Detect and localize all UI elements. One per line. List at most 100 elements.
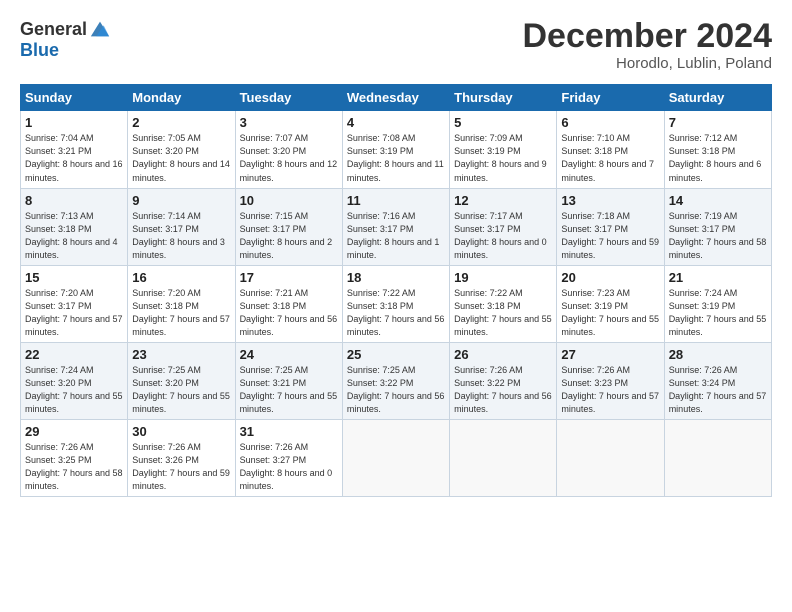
day-number: 30 <box>132 424 230 439</box>
day-number: 22 <box>25 347 123 362</box>
calendar-cell: 25 Sunrise: 7:25 AMSunset: 3:22 PMDaylig… <box>342 342 449 419</box>
day-number: 19 <box>454 270 552 285</box>
day-info: Sunrise: 7:24 AMSunset: 3:19 PMDaylight:… <box>669 288 767 337</box>
logo-blue-text: Blue <box>20 40 59 61</box>
day-number: 7 <box>669 115 767 130</box>
day-info: Sunrise: 7:17 AMSunset: 3:17 PMDaylight:… <box>454 211 547 260</box>
calendar-cell: 17 Sunrise: 7:21 AMSunset: 3:18 PMDaylig… <box>235 265 342 342</box>
day-info: Sunrise: 7:22 AMSunset: 3:18 PMDaylight:… <box>454 288 552 337</box>
day-info: Sunrise: 7:25 AMSunset: 3:20 PMDaylight:… <box>132 365 230 414</box>
day-number: 2 <box>132 115 230 130</box>
calendar-cell <box>664 420 771 497</box>
day-info: Sunrise: 7:07 AMSunset: 3:20 PMDaylight:… <box>240 133 338 182</box>
day-number: 25 <box>347 347 445 362</box>
calendar-cell: 22 Sunrise: 7:24 AMSunset: 3:20 PMDaylig… <box>21 342 128 419</box>
day-info: Sunrise: 7:26 AMSunset: 3:27 PMDaylight:… <box>240 442 333 491</box>
calendar-cell: 27 Sunrise: 7:26 AMSunset: 3:23 PMDaylig… <box>557 342 664 419</box>
calendar-week-row: 8 Sunrise: 7:13 AMSunset: 3:18 PMDayligh… <box>21 188 772 265</box>
calendar-cell: 3 Sunrise: 7:07 AMSunset: 3:20 PMDayligh… <box>235 111 342 188</box>
col-thursday: Thursday <box>450 85 557 111</box>
day-number: 3 <box>240 115 338 130</box>
month-title: December 2024 <box>522 18 772 55</box>
day-number: 21 <box>669 270 767 285</box>
header-row: Sunday Monday Tuesday Wednesday Thursday… <box>21 85 772 111</box>
calendar-cell: 21 Sunrise: 7:24 AMSunset: 3:19 PMDaylig… <box>664 265 771 342</box>
day-info: Sunrise: 7:22 AMSunset: 3:18 PMDaylight:… <box>347 288 445 337</box>
calendar-cell: 16 Sunrise: 7:20 AMSunset: 3:18 PMDaylig… <box>128 265 235 342</box>
calendar-cell: 28 Sunrise: 7:26 AMSunset: 3:24 PMDaylig… <box>664 342 771 419</box>
day-number: 10 <box>240 193 338 208</box>
day-number: 8 <box>25 193 123 208</box>
calendar-table: Sunday Monday Tuesday Wednesday Thursday… <box>20 84 772 497</box>
col-saturday: Saturday <box>664 85 771 111</box>
day-info: Sunrise: 7:25 AMSunset: 3:21 PMDaylight:… <box>240 365 338 414</box>
calendar-cell: 9 Sunrise: 7:14 AMSunset: 3:17 PMDayligh… <box>128 188 235 265</box>
calendar-cell: 20 Sunrise: 7:23 AMSunset: 3:19 PMDaylig… <box>557 265 664 342</box>
day-info: Sunrise: 7:21 AMSunset: 3:18 PMDaylight:… <box>240 288 338 337</box>
calendar-cell <box>342 420 449 497</box>
day-number: 23 <box>132 347 230 362</box>
day-info: Sunrise: 7:05 AMSunset: 3:20 PMDaylight:… <box>132 133 230 182</box>
day-info: Sunrise: 7:26 AMSunset: 3:25 PMDaylight:… <box>25 442 123 491</box>
day-number: 15 <box>25 270 123 285</box>
day-number: 1 <box>25 115 123 130</box>
col-friday: Friday <box>557 85 664 111</box>
calendar-cell: 11 Sunrise: 7:16 AMSunset: 3:17 PMDaylig… <box>342 188 449 265</box>
day-info: Sunrise: 7:26 AMSunset: 3:23 PMDaylight:… <box>561 365 659 414</box>
day-info: Sunrise: 7:16 AMSunset: 3:17 PMDaylight:… <box>347 211 440 260</box>
header: General Blue December 2024 Horodlo, Lubl… <box>20 18 772 72</box>
calendar-cell: 23 Sunrise: 7:25 AMSunset: 3:20 PMDaylig… <box>128 342 235 419</box>
location-subtitle: Horodlo, Lublin, Poland <box>522 55 772 72</box>
day-number: 6 <box>561 115 659 130</box>
day-number: 12 <box>454 193 552 208</box>
calendar-week-row: 22 Sunrise: 7:24 AMSunset: 3:20 PMDaylig… <box>21 342 772 419</box>
day-info: Sunrise: 7:14 AMSunset: 3:17 PMDaylight:… <box>132 211 225 260</box>
day-info: Sunrise: 7:20 AMSunset: 3:18 PMDaylight:… <box>132 288 230 337</box>
calendar-cell: 7 Sunrise: 7:12 AMSunset: 3:18 PMDayligh… <box>664 111 771 188</box>
day-info: Sunrise: 7:12 AMSunset: 3:18 PMDaylight:… <box>669 133 762 182</box>
calendar-cell: 4 Sunrise: 7:08 AMSunset: 3:19 PMDayligh… <box>342 111 449 188</box>
calendar-cell: 2 Sunrise: 7:05 AMSunset: 3:20 PMDayligh… <box>128 111 235 188</box>
day-info: Sunrise: 7:25 AMSunset: 3:22 PMDaylight:… <box>347 365 445 414</box>
day-info: Sunrise: 7:23 AMSunset: 3:19 PMDaylight:… <box>561 288 659 337</box>
day-number: 16 <box>132 270 230 285</box>
day-info: Sunrise: 7:18 AMSunset: 3:17 PMDaylight:… <box>561 211 659 260</box>
col-wednesday: Wednesday <box>342 85 449 111</box>
calendar-cell: 29 Sunrise: 7:26 AMSunset: 3:25 PMDaylig… <box>21 420 128 497</box>
day-info: Sunrise: 7:15 AMSunset: 3:17 PMDaylight:… <box>240 211 333 260</box>
calendar-week-row: 1 Sunrise: 7:04 AMSunset: 3:21 PMDayligh… <box>21 111 772 188</box>
day-info: Sunrise: 7:09 AMSunset: 3:19 PMDaylight:… <box>454 133 547 182</box>
calendar-cell: 12 Sunrise: 7:17 AMSunset: 3:17 PMDaylig… <box>450 188 557 265</box>
calendar-cell: 24 Sunrise: 7:25 AMSunset: 3:21 PMDaylig… <box>235 342 342 419</box>
day-number: 27 <box>561 347 659 362</box>
day-number: 29 <box>25 424 123 439</box>
day-number: 13 <box>561 193 659 208</box>
calendar-cell: 18 Sunrise: 7:22 AMSunset: 3:18 PMDaylig… <box>342 265 449 342</box>
calendar-cell: 14 Sunrise: 7:19 AMSunset: 3:17 PMDaylig… <box>664 188 771 265</box>
calendar-cell: 8 Sunrise: 7:13 AMSunset: 3:18 PMDayligh… <box>21 188 128 265</box>
calendar-week-row: 15 Sunrise: 7:20 AMSunset: 3:17 PMDaylig… <box>21 265 772 342</box>
day-number: 17 <box>240 270 338 285</box>
day-number: 4 <box>347 115 445 130</box>
calendar-cell: 26 Sunrise: 7:26 AMSunset: 3:22 PMDaylig… <box>450 342 557 419</box>
day-number: 18 <box>347 270 445 285</box>
calendar-cell: 19 Sunrise: 7:22 AMSunset: 3:18 PMDaylig… <box>450 265 557 342</box>
day-number: 24 <box>240 347 338 362</box>
day-info: Sunrise: 7:04 AMSunset: 3:21 PMDaylight:… <box>25 133 123 182</box>
page: General Blue December 2024 Horodlo, Lubl… <box>0 0 792 511</box>
day-info: Sunrise: 7:26 AMSunset: 3:26 PMDaylight:… <box>132 442 230 491</box>
day-number: 20 <box>561 270 659 285</box>
day-info: Sunrise: 7:26 AMSunset: 3:24 PMDaylight:… <box>669 365 767 414</box>
col-monday: Monday <box>128 85 235 111</box>
calendar-cell: 31 Sunrise: 7:26 AMSunset: 3:27 PMDaylig… <box>235 420 342 497</box>
day-number: 11 <box>347 193 445 208</box>
col-tuesday: Tuesday <box>235 85 342 111</box>
logo-general-text: General <box>20 19 87 40</box>
calendar-cell: 1 Sunrise: 7:04 AMSunset: 3:21 PMDayligh… <box>21 111 128 188</box>
day-info: Sunrise: 7:24 AMSunset: 3:20 PMDaylight:… <box>25 365 123 414</box>
day-number: 26 <box>454 347 552 362</box>
calendar-cell: 13 Sunrise: 7:18 AMSunset: 3:17 PMDaylig… <box>557 188 664 265</box>
day-info: Sunrise: 7:13 AMSunset: 3:18 PMDaylight:… <box>25 211 118 260</box>
day-info: Sunrise: 7:08 AMSunset: 3:19 PMDaylight:… <box>347 133 444 182</box>
day-info: Sunrise: 7:26 AMSunset: 3:22 PMDaylight:… <box>454 365 552 414</box>
